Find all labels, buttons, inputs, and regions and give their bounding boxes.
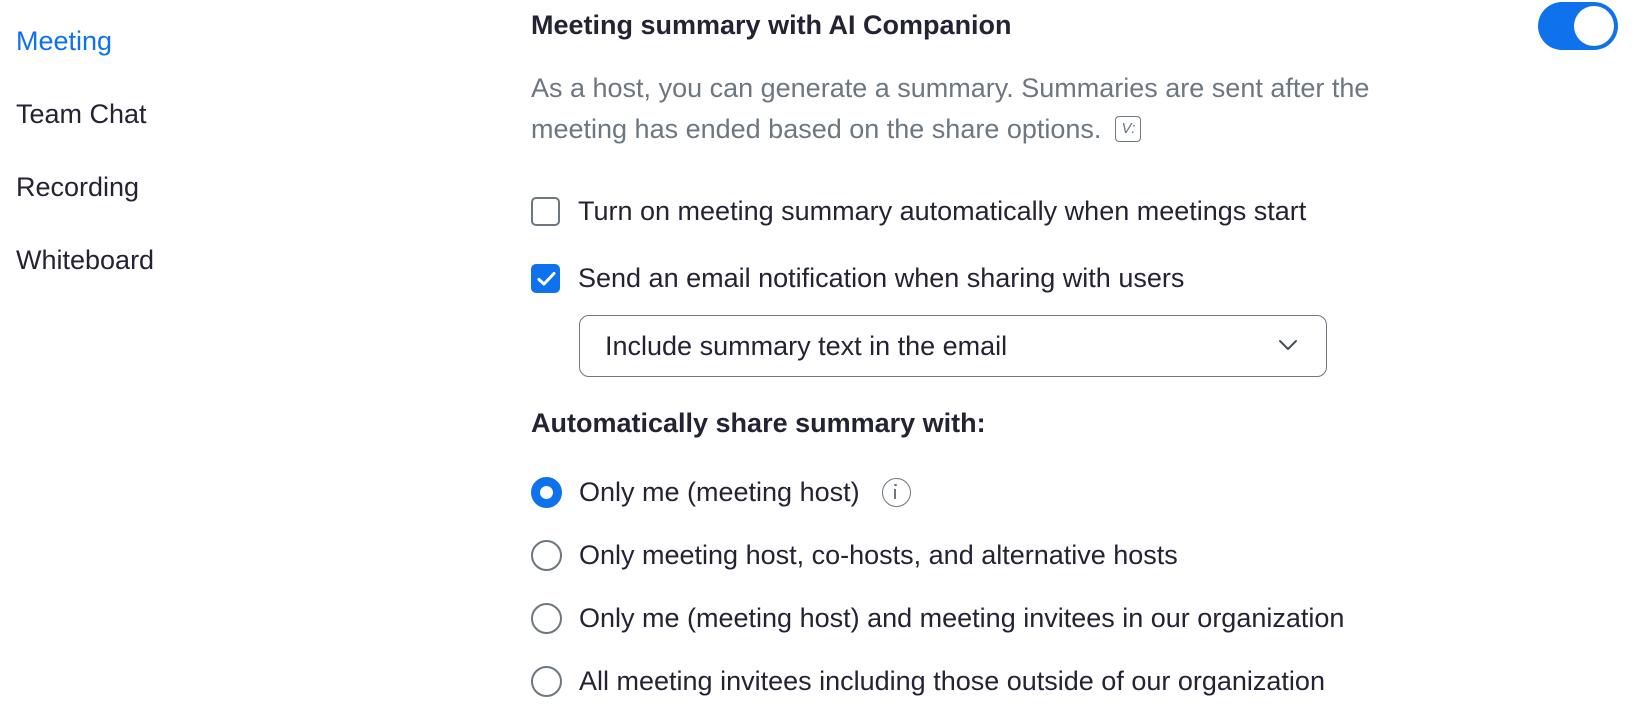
setting-title: Meeting summary with AI Companion <box>531 10 1012 40</box>
share-heading: Automatically share summary with: <box>531 408 986 438</box>
ai-summary-toggle[interactable] <box>1538 2 1618 50</box>
share-choice-org-invitees[interactable]: Only me (meeting host) and meeting invit… <box>531 600 1344 636</box>
settings-main: Meeting summary with AI Companion As a h… <box>0 0 1638 708</box>
share-choice-hosts[interactable]: Only meeting host, co-hosts, and alterna… <box>531 537 1178 573</box>
email-notification-checkbox[interactable] <box>531 263 560 293</box>
description-line-1: As a host, you can generate a summary. S… <box>531 73 1370 103</box>
share-choice-radio-all-invitees[interactable] <box>531 665 562 697</box>
share-choice-radio-hosts[interactable] <box>531 539 562 571</box>
auto-start-checkbox[interactable] <box>531 196 560 226</box>
setting-description: As a host, you can generate a summary. S… <box>531 68 1511 150</box>
email-notification-option[interactable]: Send an email notification when sharing … <box>531 260 1184 296</box>
share-choice-label[interactable]: Only meeting host, co-hosts, and alterna… <box>579 540 1178 571</box>
share-choice-label[interactable]: All meeting invitees including those out… <box>579 666 1325 697</box>
description-line-2-wrap: meeting has ended based on the share opt… <box>531 109 1511 150</box>
share-choice-radio-org-invitees[interactable] <box>531 602 562 634</box>
auto-start-label[interactable]: Turn on meeting summary automatically wh… <box>578 196 1306 227</box>
email-content-select[interactable]: Include summary text in the email <box>579 315 1327 377</box>
chevron-down-icon <box>1279 340 1297 350</box>
v-badge-icon: V: <box>1115 115 1142 142</box>
email-content-select-value: Include summary text in the email <box>605 330 1008 361</box>
info-icon[interactable] <box>881 477 911 507</box>
toggle-knob <box>1574 6 1614 46</box>
checkmark-icon <box>537 271 556 285</box>
share-choice-radio-only-me[interactable] <box>531 476 562 508</box>
settings-page: Meeting Team Chat Recording Whiteboard M… <box>0 0 1638 708</box>
share-choice-label[interactable]: Only me (meeting host) and meeting invit… <box>579 603 1344 634</box>
share-choice-only-me[interactable]: Only me (meeting host) <box>531 474 911 510</box>
share-choice-all-invitees[interactable]: All meeting invitees including those out… <box>531 663 1325 699</box>
share-choice-label[interactable]: Only me (meeting host) <box>579 477 860 508</box>
email-notification-label[interactable]: Send an email notification when sharing … <box>578 263 1184 294</box>
description-line-2: meeting has ended based on the share opt… <box>531 114 1102 144</box>
auto-start-option[interactable]: Turn on meeting summary automatically wh… <box>531 193 1306 229</box>
